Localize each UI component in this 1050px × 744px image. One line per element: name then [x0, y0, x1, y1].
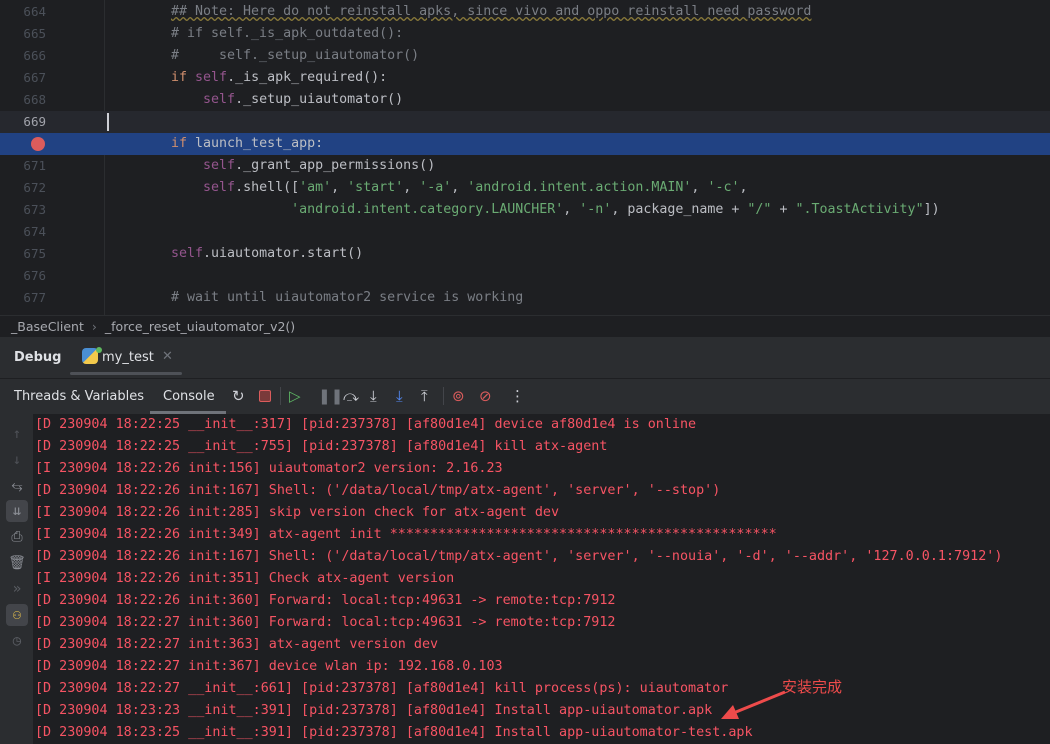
code-text: 'android.intent.category.LAUNCHER', '-n'… [291, 202, 940, 217]
breadcrumb-method[interactable]: _force_reset_uiautomator_v2() [105, 319, 295, 334]
tab-my-test[interactable]: my_test ✕ [70, 337, 182, 378]
code-text: # wait until uiautomator2 service is wor… [171, 290, 524, 305]
breakpoint-icon[interactable] [31, 137, 45, 151]
code-line[interactable]: 672 self.shell(['am', 'start', '-a', 'an… [0, 177, 1050, 199]
mute-breakpoints-icon[interactable]: ⊘ [479, 387, 492, 405]
code-line[interactable]: 677 # wait until uiautomator2 service is … [0, 287, 1050, 309]
code-text: # if self._is_apk_outdated(): [171, 26, 404, 41]
divider [443, 387, 444, 405]
line-number: 671 [23, 158, 46, 173]
debug-title: Debug [14, 350, 62, 365]
console-line: [I 230904 18:22:26 init:285] skip versio… [35, 505, 560, 520]
console-line: [I 230904 18:22:26 init:349] atx-agent i… [35, 527, 777, 542]
code-line[interactable]: 676 [0, 265, 1050, 287]
annotation-arrow-icon [721, 690, 786, 719]
code-line[interactable]: 675 self.uiautomator.start() [0, 243, 1050, 265]
tab-underline [70, 372, 182, 375]
code-line[interactable]: 667 if self._is_apk_required(): [0, 67, 1050, 89]
code-text: self.uiautomator.start() [171, 246, 364, 261]
code-editor[interactable]: 664 ## Note: Here do not reinstall apks, … [0, 0, 1050, 315]
chevron-right-icon: › [91, 319, 97, 334]
code-line[interactable]: 671 self._grant_app_permissions() [0, 155, 1050, 177]
print-icon[interactable]: ⎙ [6, 526, 28, 548]
code-text: if launch_test_app: [171, 136, 324, 151]
tab-console[interactable]: Console [163, 389, 215, 404]
line-number: 669 [23, 114, 46, 129]
tab-threads-variables[interactable]: Threads & Variables [14, 389, 144, 404]
code-line[interactable]: 669 [0, 111, 1050, 133]
line-number: 674 [23, 224, 46, 239]
breadcrumb: _BaseClient › _force_reset_uiautomator_v2(… [0, 315, 1050, 337]
debug-header: Debug my_test ✕ [0, 337, 1050, 378]
line-number: 667 [23, 70, 46, 85]
line-number: 666 [23, 48, 46, 63]
debug-toolbar: Threads & Variables Console ↻ ▷ ❚❚ ⤼ ⤓ ⤓… [0, 378, 1050, 414]
step-into-icon[interactable]: ⤓ [370, 387, 377, 405]
code-line[interactable]: 673 'android.intent.category.LAUNCHER', … [0, 199, 1050, 221]
code-line[interactable]: 668 self._setup_uiautomator() [0, 89, 1050, 111]
resume-icon[interactable]: ▷ [289, 387, 301, 405]
divider [280, 387, 281, 405]
stop-icon[interactable] [259, 390, 271, 402]
console-line: [D 230904 18:22:26 init:360] Forward: lo… [35, 593, 616, 608]
console-line: [D 230904 18:22:27 __init__:661] [pid:23… [35, 681, 729, 696]
code-text: if self._is_apk_required(): [171, 70, 388, 85]
code-text: # self._setup_uiautomator() [171, 48, 420, 63]
line-number: 672 [23, 180, 46, 195]
line-number: 664 [23, 4, 46, 19]
line-number: 665 [23, 26, 46, 41]
console-line: [I 230904 18:22:26 init:351] Check atx-a… [35, 571, 455, 586]
line-number: 677 [23, 290, 46, 305]
code-text: ## Note: Here do not reinstall apks, sin… [171, 4, 812, 19]
line-number: 675 [23, 246, 46, 261]
code-line[interactable]: if launch_test_app: [0, 133, 1050, 155]
console-line: [D 230904 18:23:25 __init__:391] [pid:23… [35, 725, 753, 740]
history-icon[interactable]: ◷ [6, 630, 28, 652]
console-line: [D 230904 18:23:23 __init__:391] [pid:23… [35, 703, 713, 718]
rerun-icon[interactable]: ↻ [232, 387, 245, 405]
line-number: 673 [23, 202, 46, 217]
console-line: [D 230904 18:22:25 __init__:317] [pid:23… [35, 417, 697, 432]
console-line: [D 230904 18:22:27 init:360] Forward: lo… [35, 615, 616, 630]
breadcrumb-class[interactable]: _BaseClient [11, 319, 84, 334]
console-line: [D 230904 18:22:27 init:367] device wlan… [35, 659, 503, 674]
code-line[interactable]: 674 [0, 221, 1050, 243]
code-text: self.shell(['am', 'start', '-a', 'androi… [203, 180, 748, 195]
step-out-icon[interactable]: ⤒ [421, 387, 428, 405]
python-console-icon[interactable]: ⚇ [6, 604, 28, 626]
console-line: [D 230904 18:22:26 init:167] Shell: ('/d… [35, 549, 1003, 564]
arrow-up-icon[interactable]: ↑ [6, 423, 28, 445]
line-number: 676 [23, 268, 46, 283]
console-line: [D 230904 18:22:26 init:167] Shell: ('/d… [35, 483, 721, 498]
text-caret [107, 113, 109, 131]
more-chevrons-icon[interactable]: » [6, 578, 28, 600]
console-output[interactable]: [D 230904 18:22:25 __init__:317] [pid:23… [33, 414, 1050, 744]
more-icon[interactable]: ⋮ [510, 387, 525, 405]
console-side-toolbar: ↑ ↓ ⥃ ⇊ ⎙ 🗑 » ⚇ ◷ [0, 414, 33, 744]
code-line[interactable]: 665 # if self._is_apk_outdated(): [0, 23, 1050, 45]
step-into-my-code-icon[interactable]: ⤓ [396, 387, 403, 405]
view-breakpoints-icon[interactable]: ⊚ [452, 387, 465, 405]
code-line[interactable]: 666 # self._setup_uiautomator() [0, 45, 1050, 67]
tab-label: my_test [102, 350, 154, 365]
close-icon[interactable]: ✕ [162, 349, 173, 364]
code-text: self._grant_app_permissions() [203, 158, 436, 173]
scroll-to-end-icon[interactable]: ⇊ [6, 500, 28, 522]
console-line: [I 230904 18:22:26 init:156] uiautomator… [35, 461, 503, 476]
step-over-icon[interactable]: ⤼ [343, 387, 359, 405]
pause-icon[interactable]: ❚❚ [318, 387, 343, 405]
trash-icon[interactable]: 🗑 [6, 552, 28, 574]
console-line: [D 230904 18:22:27 init:363] atx-agent v… [35, 637, 439, 652]
line-number: 668 [23, 92, 46, 107]
code-text: self._setup_uiautomator() [203, 92, 404, 107]
code-line[interactable]: 664 ## Note: Here do not reinstall apks, … [0, 1, 1050, 23]
soft-wrap-icon[interactable]: ⥃ [6, 475, 28, 497]
arrow-down-icon[interactable]: ↓ [6, 449, 28, 471]
console-line: [D 230904 18:22:25 __init__:755] [pid:23… [35, 439, 608, 454]
